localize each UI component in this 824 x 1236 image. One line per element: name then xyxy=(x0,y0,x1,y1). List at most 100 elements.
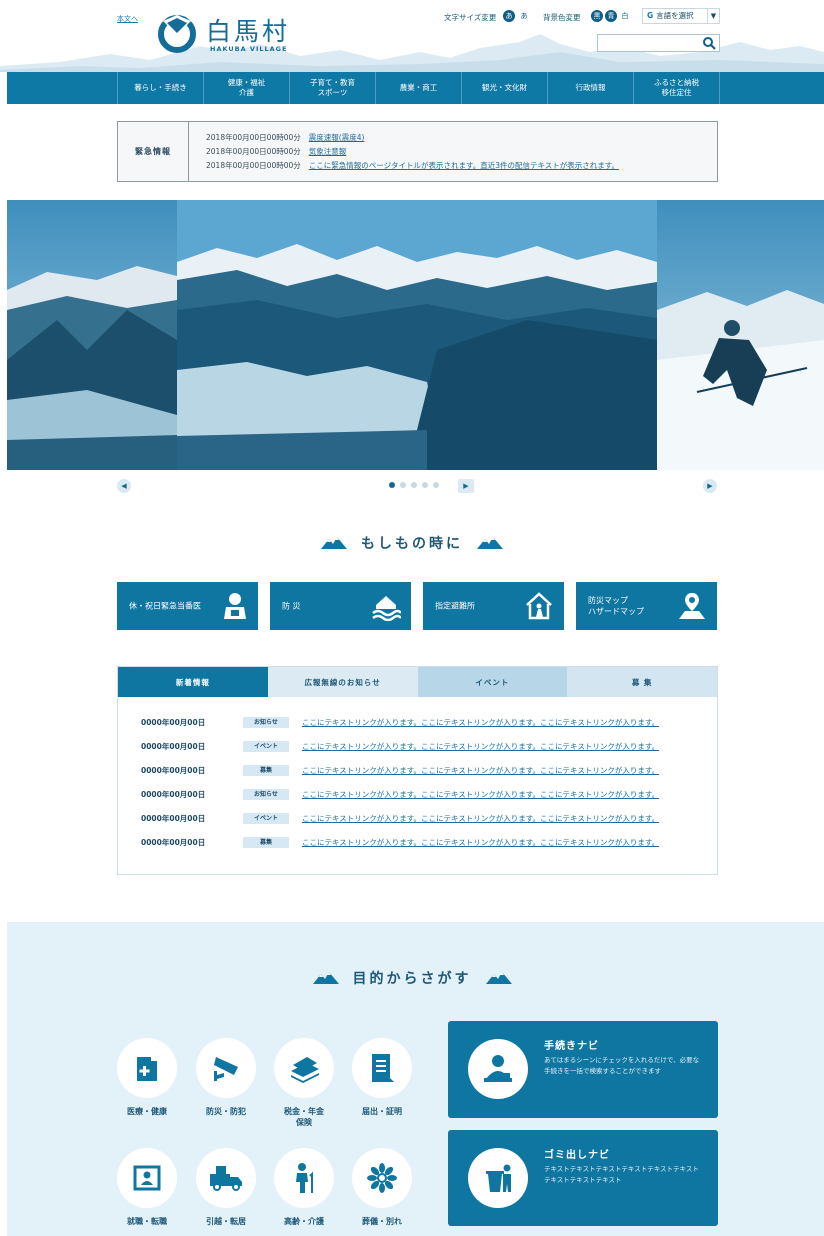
nav-item-health-welfare[interactable]: 健康・福祉 介護 xyxy=(203,72,289,104)
news-row: 0000年00月00日 イベント ここにテキストリンクが入ります。ここにテキスト… xyxy=(141,813,701,825)
mountain-ornament-icon xyxy=(477,537,503,549)
news-category-badge: 募集 xyxy=(243,837,289,848)
purpose-item-funeral[interactable]: 葬儀・別れ xyxy=(351,1148,413,1227)
section-title: 目的からさがす xyxy=(352,971,472,987)
purpose-item-security[interactable]: 防災・防犯 xyxy=(195,1038,257,1117)
purpose-heading: 目的からさがす xyxy=(0,968,824,988)
font-size-label: 文字サイズ変更 xyxy=(444,13,497,22)
nav-item-tourism-culture[interactable]: 観光・文化財 xyxy=(461,72,547,104)
bg-color-white-button[interactable]: 白 xyxy=(619,10,631,22)
news-category-badge: イベント xyxy=(243,741,289,752)
purpose-item-employment[interactable]: 就職・転職 xyxy=(116,1148,178,1227)
slider-dot[interactable] xyxy=(400,482,406,488)
news-date: 0000年00月00日 xyxy=(141,766,206,775)
moshimo-heading: もしもの時に xyxy=(0,533,824,553)
emergency-item: 2018年00月00日00時00分 ここに緊急情報のページタイトルが表示されます。… xyxy=(206,160,619,171)
google-translate-icon: G xyxy=(647,11,654,20)
holiday-doctor-button[interactable]: 休・祝日緊急当番医 xyxy=(117,582,258,630)
global-nav: 暮らし・手続き 健康・福祉 介護 子育て・教育 スポーツ 農業・商工 観光・文化… xyxy=(7,72,824,104)
news-link[interactable]: ここにテキストリンクが入ります。ここにテキストリンクが入ります。ここにテキストリ… xyxy=(302,789,659,800)
purpose-item-tax-pension[interactable]: 税金・年金 保険 xyxy=(273,1038,335,1128)
purpose-label: 高齢・介護 xyxy=(284,1217,324,1226)
disaster-prevention-button[interactable]: 防 災 xyxy=(270,582,411,630)
news-date: 0000年00月00日 xyxy=(141,838,206,847)
emergency-datetime: 2018年00月00日00時00分 xyxy=(206,133,301,142)
garbage-icon xyxy=(486,1164,511,1192)
emergency-info-box: 緊急情報 2018年00月00日00時00分 震度速報(震度4) 2018年00月… xyxy=(117,121,718,182)
money-icon xyxy=(291,1057,319,1083)
bg-color-label: 背景色変更 xyxy=(543,13,581,22)
village-logo-icon xyxy=(158,15,196,53)
bg-color-black-button[interactable]: 黒 xyxy=(591,10,603,22)
purpose-item-moving[interactable]: 引越・転居 xyxy=(195,1148,257,1227)
slider-dot[interactable] xyxy=(389,482,395,488)
news-category-badge: お知らせ xyxy=(243,717,289,728)
nav-item-administration[interactable]: 行政情報 xyxy=(547,72,633,104)
button-label: 休・祝日緊急当番医 xyxy=(129,601,201,611)
font-size-large-button[interactable]: あ xyxy=(503,10,515,22)
slider-dot[interactable] xyxy=(411,482,417,488)
site-header: 本文へ 白馬村 HAKUBA VILLAGE 文字サイズ変更 あ あ 背景色変更… xyxy=(0,0,824,72)
news-link[interactable]: ここにテキストリンクが入ります。ここにテキストリンクが入ります。ここにテキストリ… xyxy=(302,837,659,848)
news-panel: 新着情報 広報無線のお知らせ イベント 募 集 0000年00月00日 お知らせ… xyxy=(117,666,718,875)
tab-radio-notice[interactable]: 広報無線のお知らせ xyxy=(267,667,418,697)
tab-new-info[interactable]: 新着情報 xyxy=(118,667,268,697)
slider-prev-button[interactable]: ◀ xyxy=(117,479,131,493)
purpose-item-medical[interactable]: 医療・健康 xyxy=(116,1038,178,1117)
mountain-ornament-icon xyxy=(312,972,339,984)
nav-item-furusato-migration[interactable]: ふるさと納税 移住定住 xyxy=(633,72,720,104)
emergency-link[interactable]: ここに緊急情報のページタイトルが表示されます。直近3件の配信テキストが表示されま… xyxy=(309,161,619,170)
slider-dot[interactable] xyxy=(422,482,428,488)
bg-color-blue-button[interactable]: 青 xyxy=(605,10,617,22)
nav-item-agriculture-commerce[interactable]: 農業・商工 xyxy=(375,72,461,104)
search-input[interactable] xyxy=(598,35,698,51)
news-link[interactable]: ここにテキストリンクが入ります。ここにテキストリンクが入ります。ここにテキストリ… xyxy=(302,765,659,776)
emergency-datetime: 2018年00月00日00時00分 xyxy=(206,147,301,156)
hospital-icon xyxy=(137,1057,157,1081)
news-date: 0000年00月00日 xyxy=(141,814,206,823)
news-row: 0000年00月00日 お知らせ ここにテキストリンクが入ります。ここにテキスト… xyxy=(141,789,701,801)
purpose-label: 税金・年金 保険 xyxy=(284,1107,324,1127)
slider-dot[interactable] xyxy=(433,482,439,488)
chrysanthemum-icon xyxy=(367,1163,397,1193)
clerk-icon xyxy=(484,1055,512,1082)
nav-item-living[interactable]: 暮らし・手続き xyxy=(117,72,203,104)
logo-subtitle: HAKUBA VILLAGE xyxy=(210,45,288,53)
tab-events[interactable]: イベント xyxy=(417,667,568,697)
search-icon[interactable] xyxy=(702,36,716,50)
evacuation-shelter-button[interactable]: 指定避難所 xyxy=(423,582,564,630)
shelter-icon xyxy=(526,592,552,620)
news-link[interactable]: ここにテキストリンクが入ります。ここにテキストリンクが入ります。ここにテキストリ… xyxy=(302,741,659,752)
skip-to-content-link[interactable]: 本文へ xyxy=(117,14,138,24)
purpose-label: 葬儀・別れ xyxy=(362,1217,402,1226)
purpose-label: 引越・転居 xyxy=(206,1217,246,1226)
section-title: もしもの時に xyxy=(361,536,463,552)
news-tabs: 新着情報 広報無線のお知らせ イベント 募 集 xyxy=(118,667,717,697)
slider-play-button[interactable]: ▶ xyxy=(458,479,474,493)
garbage-navi-card[interactable]: ゴミ出しナビ テキストテキストテキストテキストテキストテキストテキストテキストテ… xyxy=(448,1130,718,1226)
emergency-info-label: 緊急情報 xyxy=(118,122,189,181)
emergency-link[interactable]: 震度速報(震度4) xyxy=(309,133,365,142)
font-size-normal-button[interactable]: あ xyxy=(518,10,530,22)
procedure-navi-card[interactable]: 手続きナビ あてはまるシーンにチェックを入れるだけで、必要な手続きを一括で検索す… xyxy=(448,1021,718,1118)
slider-next-button[interactable]: ▶ xyxy=(703,479,717,493)
language-select[interactable]: G 言語を選択 ▼ xyxy=(642,8,720,24)
purpose-label: 就職・転職 xyxy=(127,1217,167,1226)
news-date: 0000年00月00日 xyxy=(141,718,206,727)
moving-truck-icon xyxy=(210,1166,242,1191)
logo-title[interactable]: 白馬村 xyxy=(206,12,290,48)
news-link[interactable]: ここにテキストリンクが入ります。ここにテキストリンクが入ります。ここにテキストリ… xyxy=(302,813,659,824)
nav-item-childcare-education[interactable]: 子育て・教育 スポーツ xyxy=(289,72,375,104)
mountain-ornament-icon xyxy=(321,537,347,549)
tab-recruitment[interactable]: 募 集 xyxy=(567,667,717,697)
emergency-item: 2018年00月00日00時00分 気象注意報 xyxy=(206,146,346,157)
hero-image xyxy=(7,200,824,470)
emergency-link[interactable]: 気象注意報 xyxy=(309,147,347,156)
navi-description: あてはまるシーンにチェックを入れるだけで、必要な手続きを一括で検索することができ… xyxy=(544,1056,700,1075)
purpose-item-notification[interactable]: 届出・証明 xyxy=(351,1038,413,1117)
news-category-badge: 募集 xyxy=(243,765,289,776)
purpose-item-elderly-care[interactable]: 高齢・介護 xyxy=(273,1148,335,1227)
news-row: 0000年00月00日 イベント ここにテキストリンクが入ります。ここにテキスト… xyxy=(141,741,701,753)
hazard-map-button[interactable]: 防災マップ ハザードマップ xyxy=(576,582,717,630)
news-link[interactable]: ここにテキストリンクが入ります。ここにテキストリンクが入ります。ここにテキストリ… xyxy=(302,717,659,728)
